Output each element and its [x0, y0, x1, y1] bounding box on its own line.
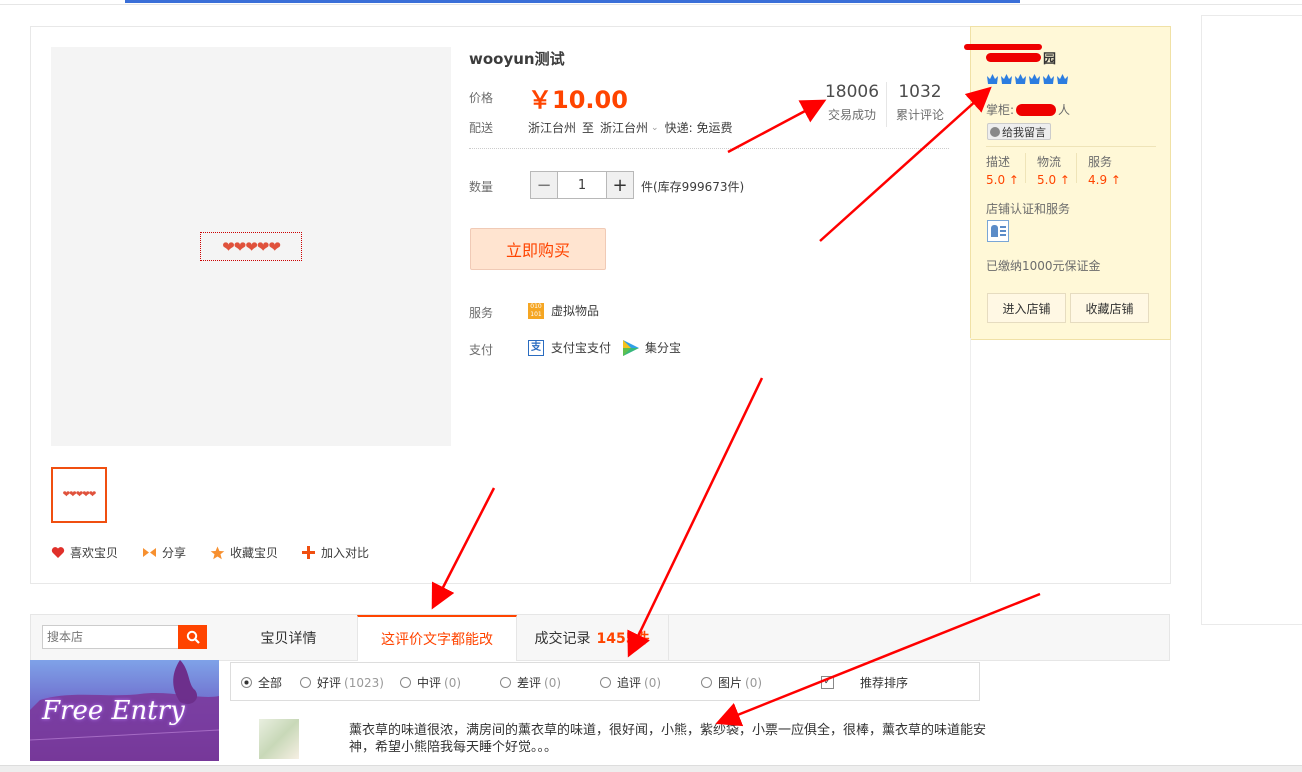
annotation-arrow	[627, 377, 764, 658]
annotation-arrow	[819, 86, 992, 242]
annotation-arrow	[727, 99, 827, 154]
annotation-arrow	[715, 592, 1041, 727]
annotation-arrows	[431, 86, 1041, 727]
annotation-arrow	[431, 487, 496, 610]
